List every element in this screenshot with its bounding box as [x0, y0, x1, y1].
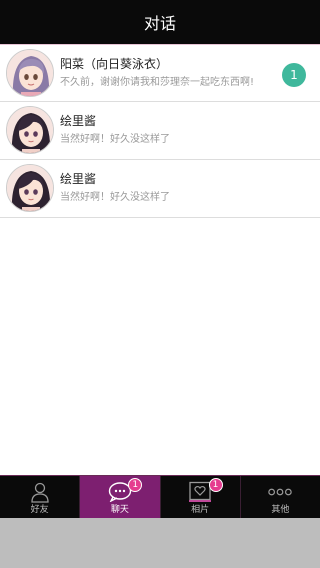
chat-list: 阳菜（向日葵泳衣） 不久前，谢谢你请我和莎理奈一起吃东西啊! 1 绘里酱 当然好… — [0, 44, 320, 218]
tab-badge: 1 — [208, 478, 223, 492]
avatar-eri-icon — [6, 164, 54, 212]
tab-label: 其他 — [271, 505, 290, 515]
chat-name: 绘里酱 — [60, 172, 97, 186]
bottom-area — [0, 518, 320, 568]
header-bar: 对话 — [0, 0, 320, 44]
person-icon — [27, 480, 53, 504]
chat-preview: 不久前，谢谢你请我和莎理奈一起吃东西啊! — [60, 77, 255, 88]
avatar-eri-icon — [6, 106, 54, 154]
tab-label: 相片 — [191, 505, 210, 515]
page-title: 对话 — [143, 14, 176, 33]
more-dots-icon — [267, 480, 293, 504]
chat-row[interactable]: 绘里酱 当然好啊！好久没这样了 — [0, 102, 320, 160]
unread-count-badge: 1 — [282, 63, 306, 87]
chat-row[interactable]: 阳菜（向日葵泳衣） 不久前，谢谢你请我和莎理奈一起吃东西啊! 1 — [0, 44, 320, 102]
chat-preview: 当然好啊！好久没这样了 — [60, 134, 170, 145]
tab-label: 好友 — [30, 505, 49, 515]
tab-chat[interactable]: 聊天 1 — [80, 476, 161, 518]
tab-bar: 好友 聊天 1 相片 1 其他 — [0, 475, 320, 518]
tab-label: 聊天 — [110, 505, 129, 515]
chat-preview: 当然好啊！好久没这样了 — [60, 192, 170, 203]
tab-more[interactable]: 其他 — [241, 476, 320, 518]
chat-row[interactable]: 绘里酱 当然好啊！好久没这样了 — [0, 160, 320, 218]
tab-photos[interactable]: 相片 1 — [161, 476, 241, 518]
chat-name: 阳菜（向日葵泳衣） — [60, 57, 169, 71]
chat-name: 绘里酱 — [60, 114, 97, 128]
avatar-hina-icon — [6, 49, 54, 97]
tab-friends[interactable]: 好友 — [0, 476, 81, 518]
app-screen: 对话 阳菜（向日葵泳衣） 不久前，谢谢你请我和莎理奈一起吃东西啊! 1 绘里酱 … — [0, 0, 320, 568]
tab-badge: 1 — [128, 478, 143, 492]
